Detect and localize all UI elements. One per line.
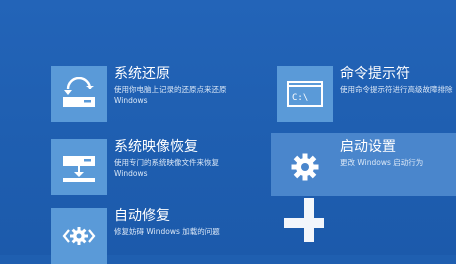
option-startup-repair[interactable]: 自动修复 修复妨碍 Windows 加载的问题 bbox=[51, 208, 251, 264]
option-system-restore[interactable]: 系统还原 使用你电脑上记录的还原点来还原 Windows bbox=[51, 66, 251, 122]
option-description: 修复妨碍 Windows 加载的问题 bbox=[114, 227, 220, 236]
option-description: 使用你电脑上记录的还原点来还原 Windows bbox=[114, 85, 227, 105]
option-title: 命令提示符 bbox=[340, 66, 410, 82]
mouse-cursor-icon bbox=[278, 198, 324, 242]
system-restore-icon bbox=[51, 66, 107, 122]
startup-repair-icon bbox=[51, 208, 107, 264]
option-title: 启动设置 bbox=[340, 139, 396, 155]
system-image-recovery-icon bbox=[51, 139, 107, 195]
option-startup-settings[interactable]: 启动设置 更改 Windows 启动行为 bbox=[271, 133, 456, 196]
option-title: 系统映像恢复 bbox=[114, 139, 198, 155]
option-description: 更改 Windows 启动行为 bbox=[340, 158, 424, 167]
command-prompt-icon: C:\ bbox=[277, 66, 333, 122]
option-title: 自动修复 bbox=[114, 208, 170, 224]
svg-text:C:\: C:\ bbox=[292, 93, 308, 103]
option-title: 系统还原 bbox=[114, 66, 170, 82]
gear-icon bbox=[277, 139, 333, 195]
option-description: 使用专门的系统映像文件来恢复 Windows bbox=[114, 158, 219, 178]
advanced-options-screen: 系统还原 使用你电脑上记录的还原点来还原 Windows C:\ 命令提示符 使… bbox=[0, 0, 456, 264]
option-description: 使用命令提示符进行高级故障排除 bbox=[340, 85, 453, 94]
option-command-prompt[interactable]: C:\ 命令提示符 使用命令提示符进行高级故障排除 bbox=[277, 66, 455, 122]
option-system-image-recovery[interactable]: 系统映像恢复 使用专门的系统映像文件来恢复 Windows bbox=[51, 139, 251, 195]
